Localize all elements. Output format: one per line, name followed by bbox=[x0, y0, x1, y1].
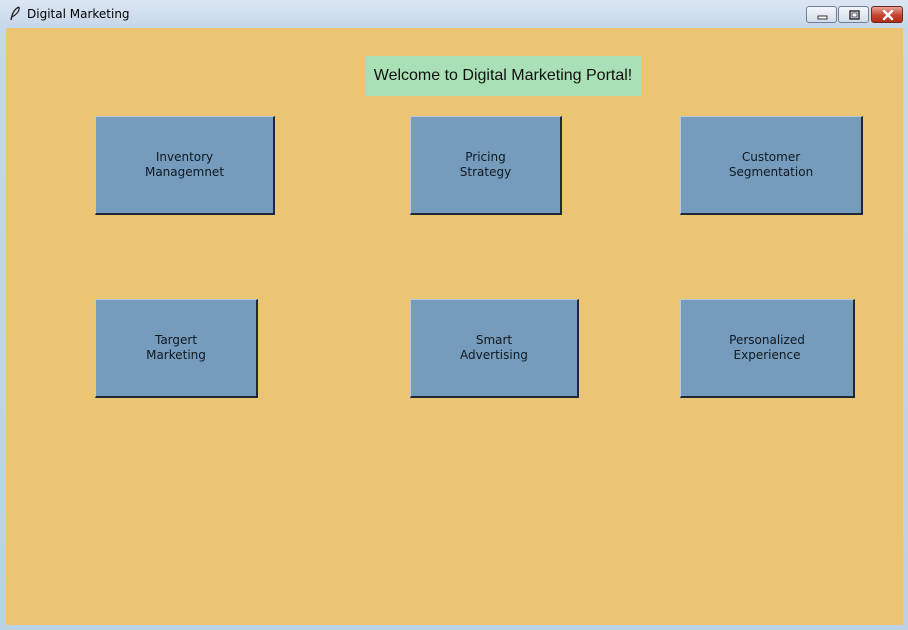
button-label-line1: Personalized bbox=[729, 333, 805, 347]
button-label-line2: Experience bbox=[733, 348, 801, 362]
button-label-line2: Segmentation bbox=[728, 165, 814, 179]
smart-advertising-button[interactable]: Smart Advertising bbox=[410, 299, 579, 398]
feather-icon bbox=[8, 6, 22, 22]
button-label-line1: Customer bbox=[741, 150, 801, 164]
window-title: Digital Marketing bbox=[27, 7, 130, 21]
minimize-button[interactable] bbox=[806, 6, 837, 23]
welcome-banner: Welcome to Digital Marketing Portal! bbox=[365, 56, 641, 96]
pricing-strategy-button[interactable]: Pricing Strategy bbox=[410, 116, 562, 215]
button-label-line2: Advertising bbox=[460, 348, 528, 362]
minimize-icon bbox=[817, 15, 828, 20]
button-label-line1: Smart bbox=[475, 333, 513, 347]
button-label-line1: Targert bbox=[154, 333, 198, 347]
maximize-button[interactable] bbox=[838, 6, 869, 23]
target-marketing-button[interactable]: Targert Marketing bbox=[95, 299, 258, 398]
app-window: Digital Marketing Welcome to Digital Mar… bbox=[0, 0, 908, 630]
button-label-line1: Inventory bbox=[155, 150, 214, 164]
button-label-line2: Managemnet bbox=[144, 165, 225, 179]
inventory-management-button[interactable]: Inventory Managemnet bbox=[95, 116, 275, 215]
customer-segmentation-button[interactable]: Customer Segmentation bbox=[680, 116, 863, 215]
button-label-line2: Marketing bbox=[146, 348, 206, 362]
close-icon bbox=[882, 9, 894, 21]
title-bar[interactable]: Digital Marketing bbox=[0, 0, 908, 28]
personalized-experience-button[interactable]: Personalized Experience bbox=[680, 299, 855, 398]
button-label-line2: Strategy bbox=[459, 165, 512, 179]
close-button[interactable] bbox=[871, 6, 903, 23]
maximize-icon bbox=[849, 10, 860, 20]
main-panel: Welcome to Digital Marketing Portal! Inv… bbox=[6, 28, 903, 625]
button-label-line1: Pricing bbox=[465, 150, 506, 164]
